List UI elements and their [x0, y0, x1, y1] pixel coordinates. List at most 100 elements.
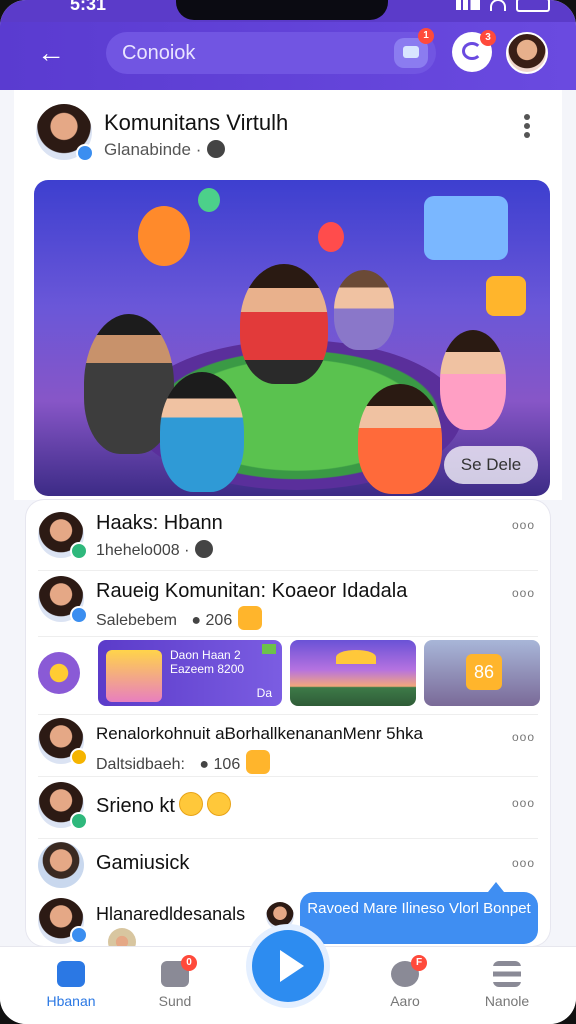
nav-home[interactable]: Hbanan [26, 961, 116, 1009]
inbox-icon: 0 [161, 955, 197, 987]
post-subtitle-text: Glanabinde [104, 140, 191, 159]
feed-item-meta: 1hehelo008 · [96, 540, 214, 560]
divider [38, 714, 538, 715]
verified-icon [70, 812, 88, 830]
chat-bubble-graphic [486, 276, 526, 316]
more-icon[interactable]: ooo [512, 796, 535, 810]
globe-icon [207, 140, 226, 158]
girl-figure-2 [358, 384, 442, 494]
thumbnail-label: 86 [466, 654, 502, 690]
camera-notch [176, 0, 388, 20]
status-bar: 5:31 [0, 0, 576, 22]
feed-item-meta: Daltsidbaeh: ● 106 [96, 750, 271, 774]
verified-icon [70, 926, 88, 944]
divider [38, 570, 538, 571]
feed-item-sub: Daltsidbaeh: [96, 756, 185, 773]
more-icon[interactable]: ooo [512, 730, 535, 744]
feed-item-sub: 1hehelo008 [96, 542, 180, 559]
thumbnail-card[interactable]: Daon Haan 2 Eazeem 8200 Da [98, 640, 282, 706]
status-icons [456, 0, 550, 12]
back-arrow-icon[interactable]: ← [34, 36, 68, 70]
post-card: Komunitans Virtulh Glanabinde · Se Dele [14, 90, 562, 500]
chat-badge: 1 [418, 28, 434, 44]
feed-avatar[interactable] [38, 842, 84, 888]
send-badge: 0 [181, 955, 197, 971]
child-figure [240, 264, 328, 384]
feed-item-title[interactable]: Srieno kt [96, 792, 231, 818]
nav-home-label: Hbanan [46, 993, 96, 1009]
nav-aaro-label: Aaro [390, 993, 420, 1009]
thumbnail-sub: Da [256, 686, 272, 700]
comment-icon: ● [191, 612, 202, 629]
thumbnail-art [106, 650, 162, 702]
profile-avatar[interactable] [506, 32, 548, 74]
menu-icon [493, 961, 521, 987]
play-button[interactable] [252, 930, 324, 1002]
post-subtitle: Glanabinde · [104, 140, 226, 160]
mini-avatar [266, 902, 294, 930]
feed-item-title[interactable]: Renalorkohnuit aBorhallkenananMenr 5hka [96, 724, 423, 744]
girl-figure [160, 372, 244, 492]
feed-item-title[interactable]: Hlanaredldesanals [96, 904, 245, 925]
feed-item-title-text: Srieno kt [96, 795, 175, 817]
screen-graphic [424, 196, 508, 260]
emoji-icon [238, 606, 263, 630]
smile-icon [206, 792, 231, 816]
feed-item-meta: Salebebem ● 206 [96, 606, 263, 630]
more-icon[interactable]: ooo [512, 856, 535, 870]
thumbnail-card[interactable] [290, 640, 416, 706]
balloon-graphic [138, 206, 190, 266]
see-detail-button[interactable]: Se Dele [444, 446, 538, 484]
verified-icon [70, 748, 88, 766]
shortcut-avatar[interactable] [38, 652, 80, 694]
search-text[interactable]: Conoiok [122, 42, 195, 65]
more-options-icon[interactable] [524, 114, 530, 138]
notification-button[interactable]: 3 [452, 30, 496, 72]
post-image[interactable]: Se Dele [34, 180, 550, 496]
post-title[interactable]: Komunitans Virtulh [104, 110, 288, 136]
more-icon[interactable]: ooo [512, 518, 535, 532]
home-icon [57, 961, 85, 987]
promo-toast[interactable]: Ravoed Mare Ilineso Vlorl Bonpet [300, 882, 538, 944]
notification-badge: 3 [480, 30, 496, 46]
emoji-icon [246, 750, 271, 774]
aaro-badge: F [411, 955, 427, 971]
boy-figure [440, 330, 506, 430]
verified-icon [76, 144, 94, 162]
more-icon[interactable]: ooo [512, 586, 535, 600]
comment-count: 106 [213, 756, 241, 773]
wifi-icon [490, 0, 506, 11]
divider [38, 636, 538, 637]
battery-icon [516, 0, 550, 12]
comment-count: 206 [205, 612, 233, 629]
boy-figure-2 [334, 270, 394, 350]
umbrella-graphic [336, 650, 376, 664]
top-app-bar: ← Conoiok 1 3 [0, 22, 576, 90]
smile-icon [178, 792, 203, 816]
thumbnail-text: Daon Haan 2 Eazeem 8200 [170, 648, 245, 676]
feed-item-sub: Salebebem [96, 612, 177, 629]
chat-bubble-icon: F [391, 955, 427, 987]
nav-send[interactable]: 0 Sund [130, 955, 220, 1009]
thumbnail-card[interactable]: 86 [424, 640, 540, 706]
bubble-graphic [198, 188, 220, 212]
verified-icon [70, 542, 88, 560]
feed-item-title[interactable]: Raueig Komunitan: Koaeor Idadala [96, 580, 407, 603]
divider [38, 838, 538, 839]
flag-icon [262, 644, 276, 654]
nav-aaro[interactable]: F Aaro [360, 955, 450, 1009]
balloon-graphic-2 [318, 222, 344, 252]
feed-item-title[interactable]: Gamiusick [96, 852, 189, 875]
nav-send-label: Sund [158, 993, 192, 1009]
status-time: 5:31 [70, 0, 107, 14]
nav-more[interactable]: Nanole [462, 961, 552, 1009]
comment-icon: ● [199, 756, 210, 773]
search-bar[interactable]: Conoiok 1 [106, 28, 436, 74]
globe-icon [195, 540, 214, 558]
feed-item-title[interactable]: Haaks: Hbann [96, 512, 223, 535]
divider [38, 776, 538, 777]
nav-more-label: Nanole [484, 993, 530, 1009]
feed-list: Haaks: Hbann 1hehelo008 · ooo Raueig Kom… [26, 500, 550, 956]
app-screen: 5:31 ← Conoiok 1 3 Komunitans Virtulh Gl… [0, 0, 576, 1024]
signal-icon [456, 0, 480, 10]
